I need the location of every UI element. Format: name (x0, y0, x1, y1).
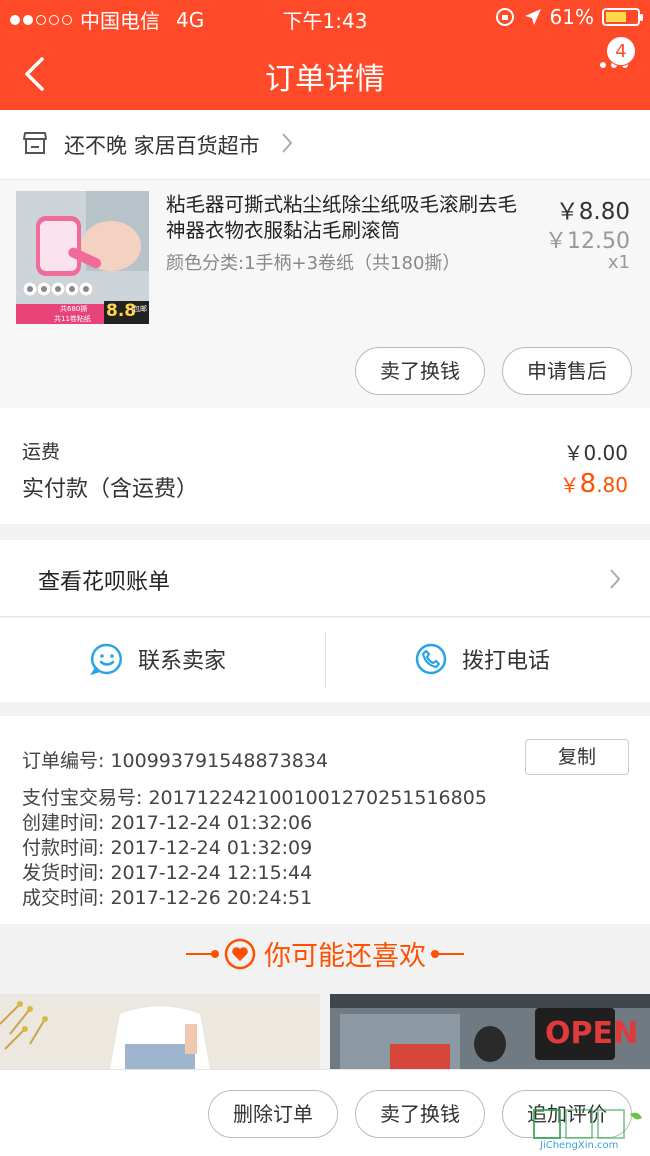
notification-badge: 4 (606, 36, 636, 66)
thumb-tag-1: 共680撕 (60, 305, 88, 313)
product-name[interactable]: 粘毛器可撕式粘尘纸除尘纸吸毛滚刷去毛神器衣物衣服黏沾毛刷滚筒 (166, 192, 536, 244)
battery-icon (602, 8, 643, 26)
rotation-lock-icon (495, 8, 514, 26)
heart-icon (224, 938, 256, 969)
shop-name: 还不晚 家居百货超市 (64, 134, 260, 158)
open-sign-text: OPEN (545, 1016, 639, 1051)
status-bar: 中国电信 4G 下午1:43 61% (0, 0, 650, 36)
location-icon (524, 9, 541, 25)
product-price: ￥8.80 (555, 199, 630, 225)
after-sale-button[interactable]: 申请售后 (502, 347, 632, 395)
delete-order-button[interactable]: 删除订单 (208, 1090, 338, 1138)
order-number: 订单编号: 100993791548873834 (22, 750, 329, 772)
huabei-bill-row[interactable]: 查看花呗账单 (0, 540, 650, 617)
product-original-price: ￥12.50 (545, 229, 630, 254)
decor-line-right (431, 949, 464, 958)
total-value: ￥8.80 (560, 469, 628, 499)
order-info: 订单编号: 100993791548873834 复制 支付宝交易号: 2017… (0, 716, 650, 924)
page-title: 订单详情 (265, 62, 385, 97)
battery-percent: 61% (549, 5, 594, 29)
alipay-number: 支付宝交易号: 2017122421001001270251516805 (22, 787, 487, 809)
total-label: 实付款（含运费） (22, 477, 199, 502)
shipped-time: 发货时间: 2017-12-24 12:15:44 (22, 862, 313, 884)
shipping-value: ￥0.00 (563, 441, 628, 465)
thumb-price: 8.8 (106, 301, 137, 321)
chat-icon (90, 643, 122, 676)
total-decimal: .80 (596, 473, 628, 497)
contact-bar: 联系卖家 拨打电话 (0, 618, 650, 702)
recommend-item-2[interactable]: OPEN (330, 994, 650, 1070)
product-quantity: x1 (607, 252, 630, 273)
recommend-title: 你可能还喜欢 (264, 941, 426, 972)
paid-time: 付款时间: 2017-12-24 01:32:09 (22, 837, 313, 859)
status-right: 61% (494, 5, 643, 29)
chevron-right-icon (282, 133, 293, 153)
recommend-title-wrap: 你可能还喜欢 (0, 934, 650, 973)
product-item[interactable]: 共680撕 共11卷粘纸 8.8 包邮 粘毛器可撕式粘尘纸除尘纸吸毛滚刷去毛神器… (0, 180, 650, 408)
recommend-item-1[interactable] (0, 994, 320, 1070)
watermark: JiChengXin.com (526, 1108, 646, 1152)
copy-button[interactable]: 复制 (525, 739, 629, 775)
contact-seller-button[interactable]: 联系卖家 (90, 642, 226, 676)
sell-button[interactable]: 卖了换钱 (355, 347, 485, 395)
contact-seller-label: 联系卖家 (138, 649, 227, 674)
decor-line-left (186, 949, 219, 958)
completed-time: 成交时间: 2017-12-26 20:24:51 (22, 887, 313, 909)
total-currency: ￥ (559, 473, 580, 497)
product-sku: 颜色分类:1手柄+3卷纸（共180撕） (166, 253, 461, 274)
sell-button-bottom[interactable]: 卖了换钱 (355, 1090, 485, 1138)
nav-bar: 订单详情 4 (0, 36, 650, 110)
thumb-tag-2: 共11卷粘纸 (54, 315, 91, 323)
total-integer: 8 (579, 469, 597, 499)
call-phone-button[interactable]: 拨打电话 (414, 642, 550, 676)
product-thumbnail[interactable]: 共680撕 共11卷粘纸 8.8 包邮 (16, 191, 149, 324)
call-phone-label: 拨打电话 (462, 649, 551, 674)
fee-summary: 运费 ￥0.00 实付款（含运费） ￥8.80 (0, 408, 650, 524)
thumb-price-suffix: 包邮 (133, 305, 147, 313)
divider (325, 632, 326, 688)
watermark-text: JiChengXin.com (540, 1140, 619, 1151)
recommend-header: 你可能还喜欢 (0, 924, 650, 994)
chevron-right-icon (610, 569, 621, 589)
bill-label: 查看花呗账单 (38, 570, 171, 595)
created-time: 创建时间: 2017-12-24 01:32:06 (22, 812, 313, 834)
header: 中国电信 4G 下午1:43 61% 订单详情 4 (0, 0, 650, 110)
shop-row[interactable]: 还不晚 家居百货超市 (0, 110, 650, 180)
shop-icon (23, 132, 47, 154)
shipping-label: 运费 (22, 441, 61, 463)
phone-icon (415, 643, 447, 675)
